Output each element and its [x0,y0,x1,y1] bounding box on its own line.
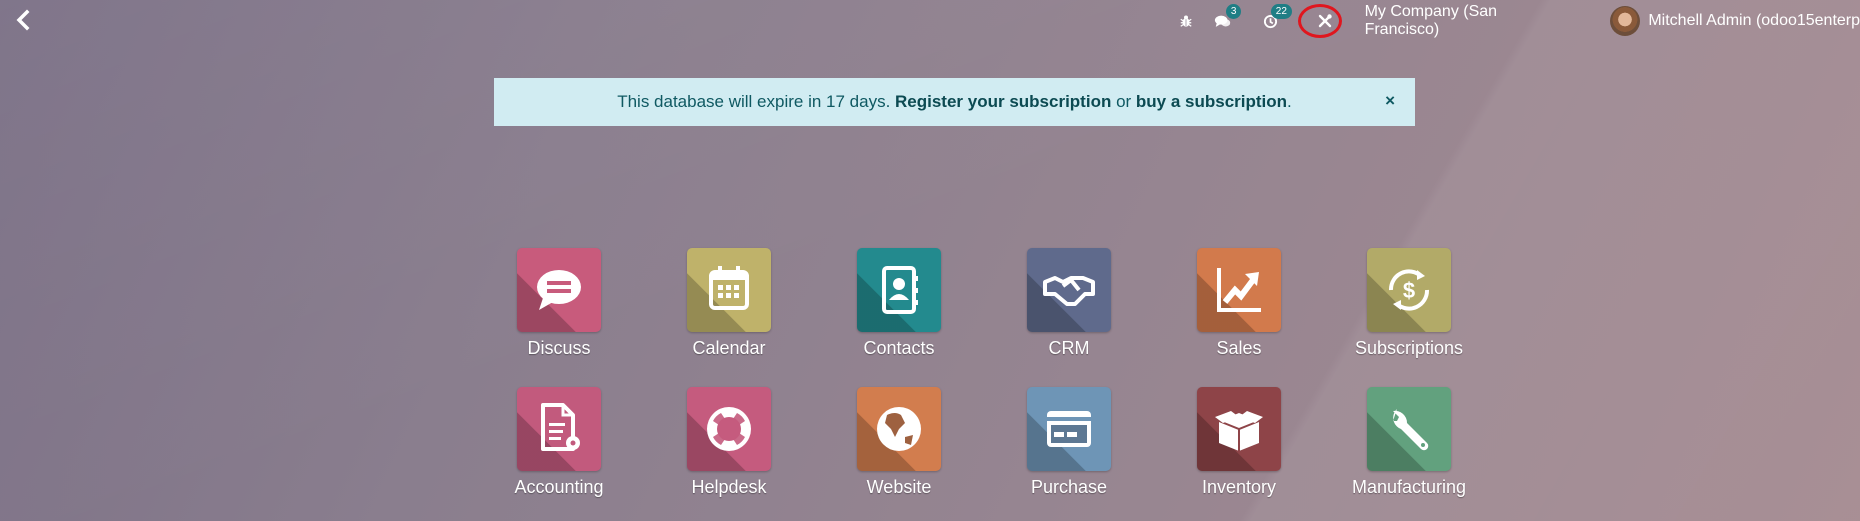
box-icon [1215,411,1263,451]
app-tile: $ [1367,248,1451,332]
buy-subscription-link[interactable]: buy a subscription [1136,92,1287,111]
app-label: Contacts [863,338,935,358]
credit-card-icon [1047,411,1091,447]
app-label: Inventory [1201,477,1277,497]
bug-icon [1180,15,1193,27]
app-label: Sales [1216,338,1262,358]
document-gear-icon [541,403,580,451]
app-tile [517,248,601,332]
app-label: Purchase [1030,477,1108,497]
app-sales[interactable]: Sales [1154,248,1324,359]
app-tile [1197,387,1281,471]
activities-count-badge: 22 [1270,4,1292,19]
developer-tools-button[interactable] [1297,4,1342,38]
messages-button[interactable]: 3 [1212,4,1242,33]
app-purchase[interactable]: Purchase [984,387,1154,498]
banner-text-middle: or [1111,92,1136,111]
register-subscription-link[interactable]: Register your subscription [895,92,1111,111]
app-label: Accounting [514,477,604,497]
app-label: Subscriptions [1354,338,1464,358]
expiration-banner: This database will expire in 17 days. Re… [494,78,1415,126]
app-website[interactable]: Website [814,387,984,498]
app-tile [857,387,941,471]
app-tile [517,387,601,471]
systray: 3 22 My Company (San Francisco) Mitchell… [1175,0,1860,42]
banner-text: This database will expire in 17 days. Re… [617,92,1292,112]
chevron-left-icon [16,9,30,31]
app-tile [1027,248,1111,332]
user-name: Mitchell Admin (odoo15enterp [1648,12,1860,29]
app-subscriptions[interactable]: $ Subscriptions [1324,248,1494,359]
app-inventory[interactable]: Inventory [1154,387,1324,498]
wrench-icon [1393,409,1429,451]
address-book-icon [882,266,918,314]
app-contacts[interactable]: Contacts [814,248,984,359]
debug-button[interactable] [1175,9,1198,33]
app-label: Manufacturing [1351,477,1467,497]
app-label: CRM [1048,338,1090,358]
tools-icon [1318,14,1332,28]
banner-text-before: This database will expire in 17 days. [617,92,896,111]
chat-bubble-icon [537,270,581,310]
activities-button[interactable]: 22 [1259,4,1292,33]
back-button[interactable] [12,8,36,32]
dollar-cycle-icon: $ [1388,269,1430,311]
lifebuoy-icon [707,407,751,451]
avatar [1610,6,1641,36]
app-tile [687,248,771,332]
app-tile [1197,248,1281,332]
app-grid: Discuss Calendar Contacts CRM Sales $ Subscrip… [474,248,1494,498]
calendar-icon [709,266,749,310]
app-tile [687,387,771,471]
app-helpdesk[interactable]: Helpdesk [644,387,814,498]
app-label: Calendar [692,338,766,358]
app-crm[interactable]: CRM [984,248,1154,359]
svg-text:$: $ [1403,278,1415,303]
app-label: Website [866,477,932,497]
close-banner-button[interactable]: × [1385,91,1395,111]
chart-up-icon [1217,268,1261,312]
app-label: Discuss [527,338,591,358]
app-tile [1367,387,1451,471]
app-calendar[interactable]: Calendar [644,248,814,359]
company-switcher[interactable]: My Company (San Francisco) [1365,3,1567,39]
app-tile [1027,387,1111,471]
globe-icon [877,407,921,451]
banner-text-after: . [1287,92,1292,111]
app-discuss[interactable]: Discuss [474,248,644,359]
app-accounting[interactable]: Accounting [474,387,644,498]
messages-count-badge: 3 [1225,4,1242,19]
app-manufacturing[interactable]: Manufacturing [1324,387,1494,498]
handshake-icon [1043,276,1095,306]
app-label: Helpdesk [691,477,767,497]
user-menu[interactable]: Mitchell Admin (odoo15enterp [1610,6,1860,36]
app-tile [857,248,941,332]
